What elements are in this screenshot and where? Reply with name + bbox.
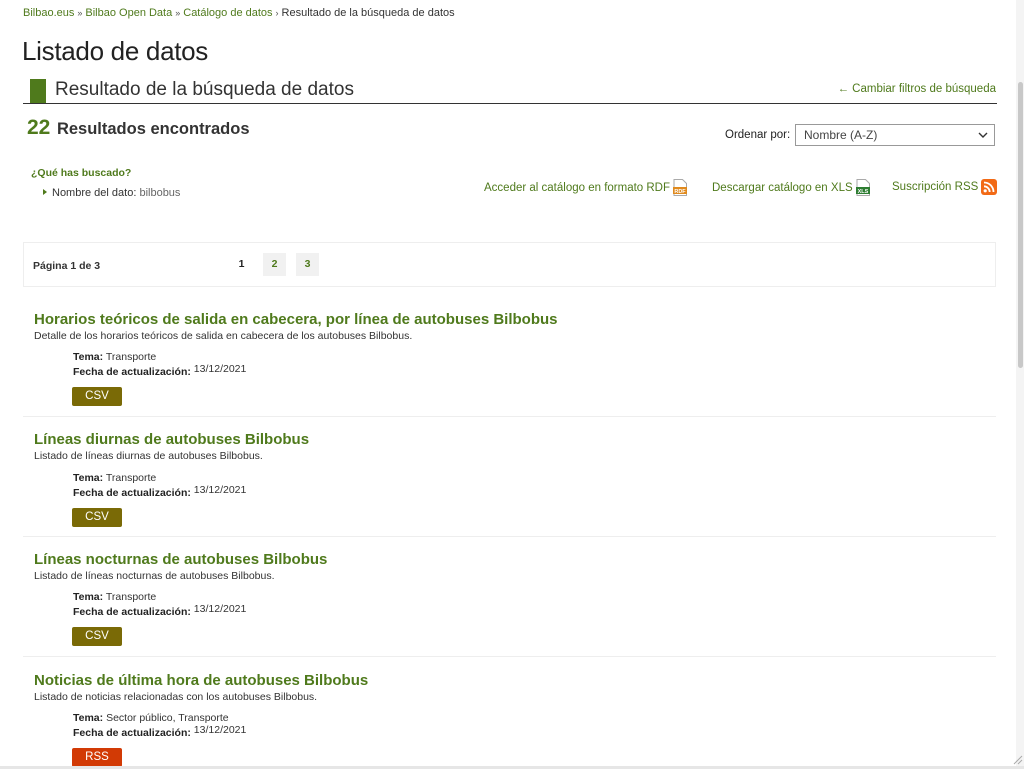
sort-select[interactable]: Nombre (A-Z)	[795, 124, 995, 146]
dataset-title-link[interactable]: Líneas diurnas de autobuses Bilbobus	[34, 431, 309, 448]
criteria-value: bilbobus	[139, 187, 181, 199]
criteria-label: Nombre del dato:	[52, 187, 137, 199]
sort-selected-value: Nombre (A-Z)	[804, 128, 878, 142]
breadcrumb-separator: »	[175, 8, 181, 18]
dataset-title-link[interactable]: Noticias de última hora de autobuses Bil…	[34, 672, 368, 689]
dataset-title-link[interactable]: Líneas nocturnas de autobuses Bilbobus	[34, 551, 327, 568]
results-number: 22	[27, 116, 51, 139]
scrollbar[interactable]	[1016, 0, 1024, 769]
breadcrumb: Bilbao.eus» Bilbao Open Data» Catálogo de …	[23, 7, 455, 19]
rdf-link-label: Acceder al catálogo en formato RDF	[484, 181, 671, 194]
rss-link-label: Suscripción RSS	[892, 181, 979, 193]
tema-label: Tema:	[73, 712, 104, 724]
arrow-right-icon	[43, 189, 47, 195]
search-criteria: Nombre del dato: bilbobus	[43, 187, 180, 199]
fecha-label: Fecha de actualización:	[73, 606, 191, 618]
scrollbar-thumb[interactable]	[1018, 82, 1023, 368]
dataset-item: Noticias de última hora de autobuses Bil…	[23, 672, 996, 772]
dataset-item: Líneas nocturnas de autobuses Bilbobus L…	[23, 551, 996, 657]
rss-subscription-link[interactable]: Suscripción RSS	[892, 179, 998, 195]
fecha-value: 13/12/2021	[193, 484, 247, 496]
svg-text:RDF: RDF	[674, 189, 686, 195]
dataset-description: Listado de líneas nocturnas de autobuses…	[34, 570, 275, 582]
results-count: 22 Resultados encontrados	[27, 116, 250, 140]
dataset-title-link[interactable]: Horarios teóricos de salida en cabecera,…	[34, 311, 558, 328]
dataset-tema: Tema: Transporte	[73, 472, 156, 484]
fecha-label: Fecha de actualización:	[73, 366, 191, 378]
breadcrumb-open-data[interactable]: Bilbao Open Data	[85, 7, 172, 19]
section-title: Resultado de la búsqueda de datos	[55, 79, 354, 100]
breadcrumb-separator: ›	[275, 8, 279, 18]
dataset-description: Listado de noticias relacionadas con los…	[34, 691, 318, 703]
resize-grip-icon	[1013, 755, 1023, 765]
breadcrumb-separator: »	[77, 8, 83, 18]
section-accent-bar	[30, 79, 46, 103]
dataset-tema: Tema: Transporte	[73, 591, 156, 603]
csv-format-button[interactable]: CSV	[72, 508, 122, 527]
rss-format-button[interactable]: RSS	[72, 748, 122, 767]
breadcrumb-current: Resultado de la búsqueda de datos	[281, 7, 455, 19]
fecha-value: 13/12/2021	[193, 363, 247, 375]
tema-label: Tema:	[73, 351, 104, 363]
dataset-item: Horarios teóricos de salida en cabecera,…	[23, 311, 996, 417]
dataset-item: Líneas diurnas de autobuses Bilbobus Lis…	[23, 431, 996, 537]
tema-value: Transporte	[105, 351, 157, 363]
rss-feed-icon	[981, 179, 998, 195]
dataset-fecha: Fecha de actualización: 13/12/2021	[73, 363, 247, 378]
page-title: Listado de datos	[22, 36, 209, 66]
change-filters-link[interactable]: ← Cambiar filtros de búsqueda	[837, 83, 996, 95]
dataset-fecha: Fecha de actualización: 13/12/2021	[73, 724, 247, 739]
fecha-value: 13/12/2021	[193, 724, 247, 736]
search-summary-title: ¿Qué has buscado?	[31, 167, 132, 179]
dataset-fecha: Fecha de actualización: 13/12/2021	[73, 603, 247, 618]
page-2-link[interactable]: 2	[263, 253, 286, 276]
dataset-description: Detalle de los horarios teóricos de sali…	[34, 330, 413, 342]
tema-label: Tema:	[73, 472, 104, 484]
rdf-catalog-link[interactable]: Acceder al catálogo en formato RDF RDF	[484, 179, 688, 196]
dataset-fecha: Fecha de actualización: 13/12/2021	[73, 484, 247, 499]
fecha-label: Fecha de actualización:	[73, 727, 191, 739]
csv-format-button[interactable]: CSV	[72, 387, 122, 406]
page-1-current: 1	[238, 258, 245, 270]
fecha-label: Fecha de actualización:	[73, 487, 191, 499]
results-label: Resultados encontrados	[56, 120, 250, 138]
fecha-value: 13/12/2021	[193, 603, 247, 615]
section-divider	[23, 103, 997, 104]
xls-link-label: Descargar catálogo en XLS	[712, 181, 853, 194]
tema-value: Sector público, Transporte	[106, 712, 229, 724]
tema-label: Tema:	[73, 591, 104, 603]
tema-value: Transporte	[105, 472, 157, 484]
svg-text:XLS: XLS	[857, 189, 868, 195]
csv-format-button[interactable]: CSV	[72, 627, 122, 646]
dataset-tema: Tema: Sector público, Transporte	[73, 712, 229, 724]
chevron-down-icon	[978, 132, 988, 138]
pagination-label: Página 1 de 3	[33, 260, 101, 272]
breadcrumb-catalogo[interactable]: Catálogo de datos	[183, 7, 272, 19]
dataset-description: Listado de líneas diurnas de autobuses B…	[34, 450, 263, 462]
pagination-bar: Página 1 de 3 1 2 3	[23, 242, 996, 287]
xls-catalog-link[interactable]: Descargar catálogo en XLS XLS	[712, 179, 870, 196]
xls-file-icon: XLS	[855, 179, 870, 196]
breadcrumb-bilbao-eus[interactable]: Bilbao.eus	[23, 7, 74, 19]
tema-value: Transporte	[105, 591, 157, 603]
sort-label: Ordenar por:	[725, 129, 791, 141]
dataset-tema: Tema: Transporte	[73, 351, 156, 363]
page-3-link[interactable]: 3	[296, 253, 319, 276]
rdf-file-icon: RDF	[673, 179, 688, 196]
